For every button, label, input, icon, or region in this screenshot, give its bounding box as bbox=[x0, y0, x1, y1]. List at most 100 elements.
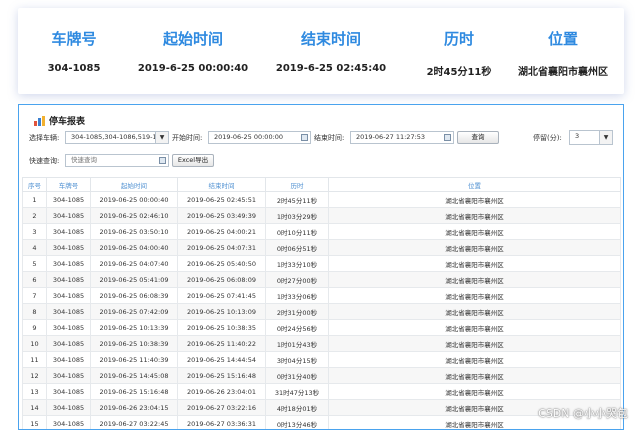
cell-index: 15 bbox=[22, 415, 47, 429]
cell-end-time: 2019-06-25 11:40:22 bbox=[177, 335, 266, 352]
stop-minutes-select[interactable]: 3 ▼ bbox=[569, 130, 613, 145]
quick-search-input[interactable]: 快速查询 bbox=[65, 154, 169, 167]
cell-plate: 304-1085 bbox=[46, 191, 91, 208]
cell-start-time: 2019-06-25 04:07:40 bbox=[90, 255, 178, 272]
stop-minutes-value: 3 bbox=[575, 132, 580, 140]
summary-end: 结束时间 2019-6-25 02:45:40 bbox=[266, 8, 396, 94]
cell-start-time: 2019-06-26 23:04:15 bbox=[90, 399, 178, 416]
chevron-down-icon[interactable]: ▼ bbox=[155, 132, 168, 143]
vehicle-select-value: 304-1085,304-1086,519-10 bbox=[71, 133, 161, 141]
cell-location: 湖北省襄阳市襄州区 bbox=[328, 239, 621, 256]
table-row[interactable]: 2 304-1085 2019-06-25 02:46:10 2019-06-25 0… bbox=[22, 207, 621, 224]
cell-end-time: 2019-06-25 02:45:51 bbox=[177, 191, 266, 208]
start-time-label: 开始时间: bbox=[172, 134, 203, 142]
summary-location-header: 位置 bbox=[547, 30, 578, 48]
calendar-icon[interactable] bbox=[444, 134, 451, 141]
cell-plate: 304-1085 bbox=[46, 399, 91, 416]
chevron-down-icon[interactable]: ▼ bbox=[599, 131, 612, 144]
column-header-plate[interactable]: 车牌号 bbox=[46, 177, 91, 192]
cell-location: 湖北省襄阳市襄州区 bbox=[328, 255, 621, 272]
cell-start-time: 2019-06-25 07:42:09 bbox=[90, 303, 178, 320]
bar-chart-icon bbox=[34, 116, 45, 126]
cell-end-time: 2019-06-27 03:22:16 bbox=[177, 399, 266, 416]
cell-duration: 2时45分11秒 bbox=[265, 191, 329, 208]
watermark: CSDN @小小哭包 bbox=[538, 407, 628, 420]
table-row[interactable]: 8 304-1085 2019-06-25 07:42:09 2019-06-25 1… bbox=[22, 303, 621, 320]
column-header-duration[interactable]: 历时 bbox=[265, 177, 329, 192]
table-row[interactable]: 11 304-1085 2019-06-25 11:40:39 2019-06-25 … bbox=[22, 351, 621, 368]
cell-duration: 0时13分46秒 bbox=[265, 415, 329, 429]
table-row[interactable]: 15 304-1085 2019-06-27 03:22:45 2019-06-27 … bbox=[22, 415, 621, 429]
summary-duration-value: 2时45分11秒 bbox=[426, 67, 492, 78]
cell-plate: 304-1085 bbox=[46, 335, 91, 352]
cell-index: 6 bbox=[22, 271, 47, 288]
cell-location: 湖北省襄阳市襄州区 bbox=[328, 319, 621, 336]
cell-location: 湖北省襄阳市襄州区 bbox=[328, 335, 621, 352]
cell-start-time: 2019-06-25 05:41:09 bbox=[90, 271, 178, 288]
cell-plate: 304-1085 bbox=[46, 239, 91, 256]
column-header-end[interactable]: 结束时间 bbox=[177, 177, 266, 192]
cell-index: 11 bbox=[22, 351, 47, 368]
table-row[interactable]: 14 304-1085 2019-06-26 23:04:15 2019-06-27 … bbox=[22, 399, 621, 416]
cell-index: 4 bbox=[22, 239, 47, 256]
cell-start-time: 2019-06-25 02:46:10 bbox=[90, 207, 178, 224]
table-row[interactable]: 1 304-1085 2019-06-25 00:00:40 2019-06-25 0… bbox=[22, 191, 621, 208]
summary-card: 车牌号 304-1085 起始时间 2019-6-25 00:00:40 结束时… bbox=[18, 8, 624, 94]
cell-plate: 304-1085 bbox=[46, 207, 91, 224]
start-time-input[interactable]: 2019-06-25 00:00:00 bbox=[208, 131, 311, 144]
column-header-index[interactable]: 序号 bbox=[22, 177, 47, 192]
vehicle-select[interactable]: 304-1085,304-1086,519-10 ▼ bbox=[65, 131, 169, 144]
table-header-row: 序号 车牌号 起始时间 结束时间 历时 位置 bbox=[22, 177, 621, 192]
cell-start-time: 2019-06-25 15:16:48 bbox=[90, 383, 178, 400]
table-row[interactable]: 9 304-1085 2019-06-25 10:13:39 2019-06-25 1… bbox=[22, 319, 621, 336]
cell-start-time: 2019-06-25 10:38:39 bbox=[90, 335, 178, 352]
cell-plate: 304-1085 bbox=[46, 367, 91, 384]
cell-location: 湖北省襄阳市襄州区 bbox=[328, 207, 621, 224]
cell-location: 湖北省襄阳市襄州区 bbox=[328, 383, 621, 400]
cell-duration: 0时31分40秒 bbox=[265, 367, 329, 384]
table-row[interactable]: 6 304-1085 2019-06-25 05:41:09 2019-06-25 0… bbox=[22, 271, 621, 288]
cell-location: 湖北省襄阳市襄州区 bbox=[328, 367, 621, 384]
cell-location: 湖北省襄阳市襄州区 bbox=[328, 287, 621, 304]
cell-duration: 4时18分01秒 bbox=[265, 399, 329, 416]
cell-location: 湖北省襄阳市襄州区 bbox=[328, 191, 621, 208]
column-header-location[interactable]: 位置 bbox=[328, 177, 621, 192]
table-row[interactable]: 10 304-1085 2019-06-25 10:38:39 2019-06-25 … bbox=[22, 335, 621, 352]
summary-duration: 历时 2时45分11秒 bbox=[418, 8, 500, 94]
cell-duration: 1时33分06秒 bbox=[265, 287, 329, 304]
cell-duration: 1时01分43秒 bbox=[265, 335, 329, 352]
cell-plate: 304-1085 bbox=[46, 303, 91, 320]
query-button[interactable]: 查询 bbox=[457, 131, 499, 144]
start-time-value: 2019-06-25 00:00:00 bbox=[214, 133, 284, 141]
cell-location: 湖北省襄阳市襄州区 bbox=[328, 271, 621, 288]
cell-end-time: 2019-06-25 14:44:54 bbox=[177, 351, 266, 368]
cell-end-time: 2019-06-25 04:07:31 bbox=[177, 239, 266, 256]
table-row[interactable]: 3 304-1085 2019-06-25 03:50:10 2019-06-25 0… bbox=[22, 223, 621, 240]
end-time-input[interactable]: 2019-06-27 11:27:53 bbox=[350, 131, 454, 144]
summary-start-value: 2019-6-25 00:00:40 bbox=[137, 63, 249, 74]
cell-location: 湖北省襄阳市襄州区 bbox=[328, 351, 621, 368]
summary-start: 起始时间 2019-6-25 00:00:40 bbox=[128, 8, 258, 94]
table-row[interactable]: 5 304-1085 2019-06-25 04:07:40 2019-06-25 0… bbox=[22, 255, 621, 272]
cell-end-time: 2019-06-25 06:08:09 bbox=[177, 271, 266, 288]
excel-export-button[interactable]: Excel导出 bbox=[172, 154, 214, 167]
cell-plate: 304-1085 bbox=[46, 223, 91, 240]
cell-end-time: 2019-06-27 03:36:31 bbox=[177, 415, 266, 429]
cell-duration: 0时27分00秒 bbox=[265, 271, 329, 288]
table-row[interactable]: 4 304-1085 2019-06-25 04:00:40 2019-06-25 0… bbox=[22, 239, 621, 256]
cell-index: 10 bbox=[22, 335, 47, 352]
cell-duration: 2时31分00秒 bbox=[265, 303, 329, 320]
calendar-icon[interactable] bbox=[301, 134, 308, 141]
cell-index: 7 bbox=[22, 287, 47, 304]
cell-end-time: 2019-06-25 05:40:50 bbox=[177, 255, 266, 272]
parking-report-panel: 停车报表 选择车辆: 304-1085,304-1086,519-10 ▼ 开始… bbox=[18, 104, 624, 430]
cell-duration: 0时06分51秒 bbox=[265, 239, 329, 256]
table-row[interactable]: 7 304-1085 2019-06-25 06:08:39 2019-06-25 0… bbox=[22, 287, 621, 304]
calendar-icon[interactable] bbox=[159, 157, 166, 164]
table-body: 1 304-1085 2019-06-25 00:00:40 2019-06-25 0… bbox=[22, 191, 621, 429]
summary-start-header: 起始时间 bbox=[162, 30, 223, 48]
column-header-start[interactable]: 起始时间 bbox=[90, 177, 178, 192]
table-row[interactable]: 12 304-1085 2019-06-25 14:45:08 2019-06-25 … bbox=[22, 367, 621, 384]
table-row[interactable]: 13 304-1085 2019-06-25 15:16:48 2019-06-26 … bbox=[22, 383, 621, 400]
cell-plate: 304-1085 bbox=[46, 255, 91, 272]
